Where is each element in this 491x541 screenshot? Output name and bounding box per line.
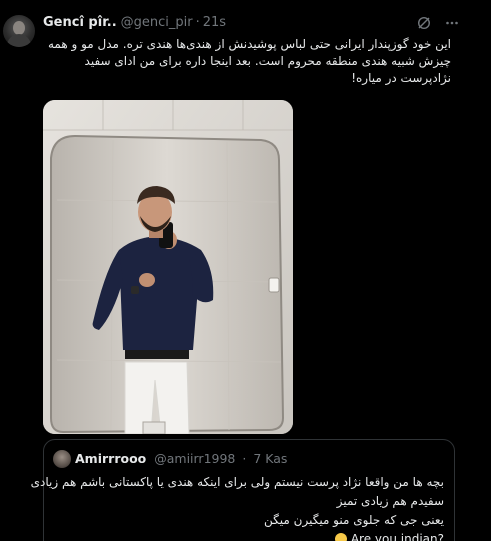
quoted-tweet[interactable]: Amirrrooo @amiirr1998 · 7 Kas بچه ها من … [30, 439, 455, 541]
quoted-text-line: بچه ها من واقعا نژاد پرست نیستم ولی برای… [30, 475, 444, 489]
tweet-photo[interactable] [43, 100, 293, 434]
tweet-header: Gencî pîr.. @genci_pir · 21s [43, 15, 226, 30]
quoted-text-line-last: Are you indian? [52, 530, 444, 541]
quoted-text-line: سفیدم هم زیادی تمیز [336, 494, 444, 508]
grok-icon[interactable] [415, 14, 433, 32]
separator-dot: · [242, 451, 247, 466]
mirror-selfie-illustration [43, 100, 293, 434]
more-options-icon[interactable] [443, 14, 461, 32]
avatar-body [7, 34, 31, 47]
avatar-head [13, 21, 25, 35]
tweet-header-actions [415, 14, 461, 32]
quoted-tweet-timestamp[interactable]: 7 Kas [253, 451, 287, 466]
quoted-tweet-text: بچه ها من واقعا نژاد پرست نیستم ولی برای… [30, 473, 444, 541]
quoted-author-avatar[interactable] [53, 450, 71, 468]
separator-dot: · [195, 15, 200, 30]
tweet[interactable]: Gencî pîr.. @genci_pir · 21s این خود گوز… [0, 0, 491, 541]
quoted-author-name[interactable]: Amirrrooo [75, 451, 146, 466]
author-handle[interactable]: @genci_pir [121, 15, 193, 30]
quoted-author-handle[interactable]: @amiirr1998 [154, 451, 235, 466]
author-name[interactable]: Gencî pîr.. [43, 15, 117, 30]
grinning-face-with-sweat-emoji [335, 533, 347, 541]
tweet-timestamp[interactable]: 21s [203, 15, 226, 30]
quoted-tweet-header: Amirrrooo @amiirr1998 · 7 Kas [75, 451, 287, 466]
quoted-text-line: یعنی جی که جلوی منو میگیرن میگن [264, 513, 444, 527]
author-avatar[interactable] [3, 15, 35, 47]
tweet-text: این خود گوزپندار ایرانی حتی لباس پوشیدنش… [47, 37, 451, 85]
quoted-text-line: Are you indian? [350, 532, 444, 541]
